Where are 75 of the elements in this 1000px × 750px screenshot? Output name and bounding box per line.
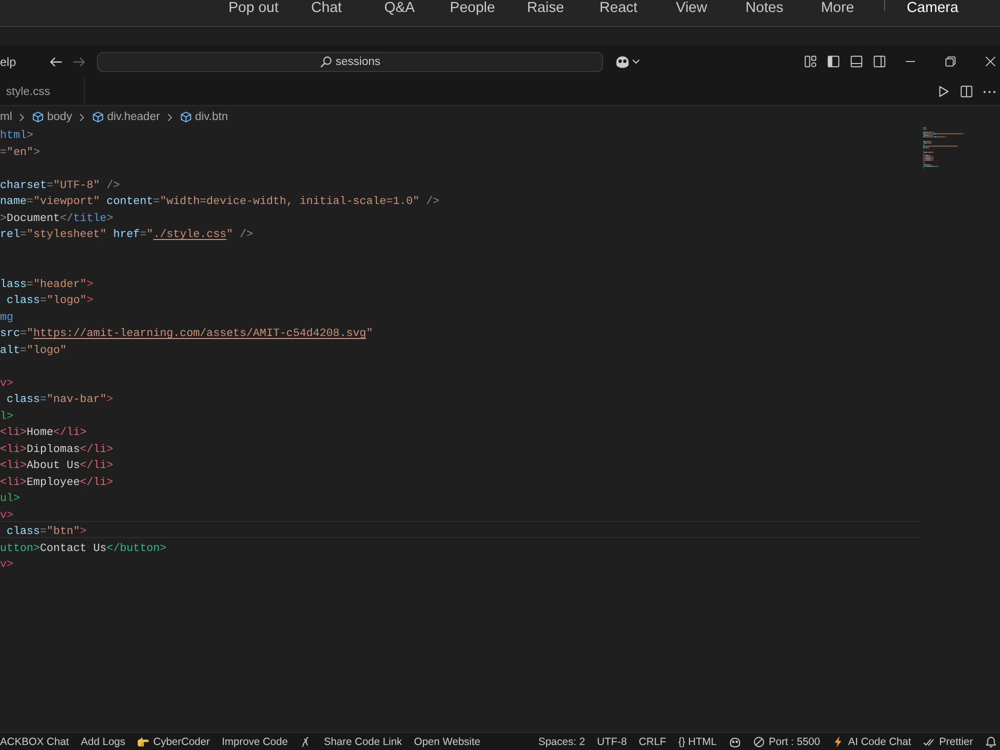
status-bar-item[interactable]: UTF-8	[597, 734, 627, 748]
chevron-icon	[79, 112, 86, 122]
cube-icon	[180, 111, 192, 123]
code-line: >Document</title>	[0, 212, 114, 224]
toolbar-button[interactable]: Chat	[311, 0, 342, 17]
code-line: v>	[0, 559, 14, 571]
code-line: class="logo">	[6, 295, 94, 307]
search-icon	[320, 56, 332, 68]
close-icon[interactable]	[985, 56, 996, 67]
code-line: <li>Employee</li>	[0, 476, 114, 488]
code-line: ="en">	[0, 146, 40, 158]
code-line: html>	[0, 130, 34, 142]
bell-icon[interactable]	[985, 736, 997, 748]
layout-icon[interactable]	[804, 55, 817, 68]
toolbar-button[interactable]: Q&A	[384, 0, 415, 17]
toolbar-button[interactable]: View	[676, 0, 708, 17]
status-bar-item[interactable]: Spaces: 2	[538, 734, 586, 748]
breadcrumb-item[interactable]: div.header	[92, 111, 160, 123]
code-line: class="btn">	[6, 526, 87, 538]
status-bar-item[interactable]: Open Website	[414, 734, 480, 748]
camera-button[interactable]: Camera	[906, 0, 958, 17]
code-line: v>	[0, 378, 14, 390]
code-line: <li>Diplomas</li>	[0, 444, 114, 456]
code-line: rel="stylesheet" href="./style.css" />	[0, 229, 254, 241]
code-line: <li>Home</li>	[0, 427, 87, 439]
code-line: mg	[0, 312, 14, 324]
more-icon[interactable]	[983, 90, 996, 94]
breadcrumb-item[interactable]: body	[32, 111, 72, 123]
sidebar-left-icon[interactable]	[827, 55, 840, 68]
back-arrow-icon[interactable]	[49, 54, 64, 68]
cube-icon	[92, 111, 104, 123]
status-bar-item[interactable]: ACKBOX Chat	[0, 734, 69, 748]
code-line: v>	[0, 510, 14, 522]
code-line: lass="header">	[0, 278, 94, 290]
breadcrumb-item[interactable]: ml	[0, 111, 12, 123]
search-bar[interactable]: sessions	[97, 52, 604, 72]
status-bar-item[interactable]: Port : 5500	[752, 734, 820, 748]
status-bar-item[interactable]: Add Logs	[80, 734, 126, 748]
pointing-hand-icon	[137, 736, 150, 748]
status-bar-item[interactable]: CRLF	[638, 734, 666, 748]
robot-face-icon[interactable]	[615, 54, 630, 69]
status-bar-item[interactable]: CyberCoder	[137, 734, 210, 748]
toolbar-button[interactable]: More	[820, 0, 854, 17]
code-line: name="viewport" content="width=device-width, initial-scale=1.0" />	[0, 196, 440, 208]
cube-icon	[32, 111, 44, 123]
code-line: <li>About Us</li>	[0, 460, 114, 472]
status-bar-item[interactable]: Improve Code	[222, 734, 288, 748]
code-line: src="https://amit-learning.com/assets/AMIT-c54d4208.svg"	[0, 328, 373, 340]
code-line: alt="logo"	[0, 344, 67, 356]
code-line: charset="UTF-8" />	[0, 180, 120, 192]
code-line: utton>Contact Us</button>	[0, 542, 166, 554]
split-editor-icon[interactable]	[960, 85, 973, 98]
status-bar-item[interactable]: AI Code Chat	[832, 734, 912, 748]
sidebar-right-icon[interactable]	[873, 55, 886, 68]
breadcrumb-item[interactable]: div.btn	[180, 111, 228, 123]
toolbar-button[interactable]: React	[600, 0, 638, 17]
blocked-icon	[752, 736, 765, 748]
code-line: l>	[0, 410, 14, 422]
code-line: class="nav-bar">	[6, 394, 114, 406]
status-bar-item[interactable]: Share Code Link	[324, 734, 402, 748]
toolbar-button[interactable]: Notes	[746, 0, 784, 17]
code-line: ul>	[0, 493, 20, 505]
toolbar-button[interactable]: People	[450, 0, 496, 17]
play-icon[interactable]	[937, 85, 950, 98]
toolbar-button[interactable]: Pop out	[228, 0, 278, 17]
chevron-icon	[166, 112, 173, 122]
restore-icon[interactable]	[944, 56, 956, 67]
caret-icon[interactable]	[632, 59, 640, 64]
toolbar-button[interactable]: Raise	[526, 0, 564, 17]
menu-item[interactable]: elp	[0, 54, 16, 68]
chevron-icon	[19, 112, 26, 122]
status-bar-item[interactable]: Prettier	[923, 734, 973, 748]
panel-bottom-icon[interactable]	[850, 55, 863, 68]
status-bar-item[interactable]: {} HTML	[678, 734, 717, 748]
robot-face-icon[interactable]	[728, 736, 741, 748]
